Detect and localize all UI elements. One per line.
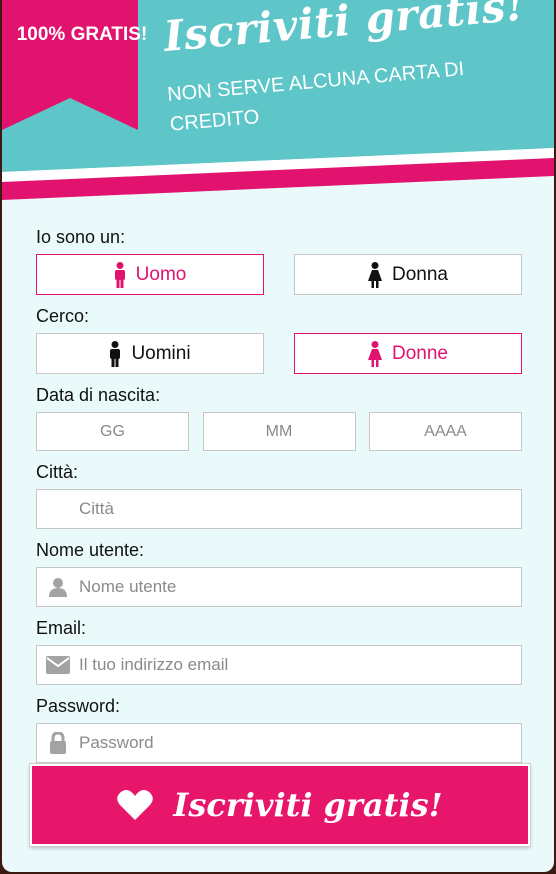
username-input[interactable]: Nome utente — [36, 567, 522, 607]
user-icon — [37, 577, 79, 597]
submit-button-label: Iscriviti gratis! — [173, 786, 443, 824]
seek-label: Cerco: — [36, 306, 90, 326]
seek-option-men-label: Uomini — [131, 342, 191, 364]
submit-button[interactable]: Iscriviti gratis! — [30, 764, 530, 846]
email-label: Email: — [36, 618, 87, 638]
signup-form: Io sono un: Uomo Donna Cerco: Uomini Don… — [36, 225, 522, 763]
gender-label: Io sono un: — [36, 227, 126, 247]
seek-option-women-label: Donne — [392, 342, 448, 364]
city-input[interactable]: Città — [36, 489, 522, 529]
username-placeholder: Nome utente — [79, 577, 177, 596]
city-placeholder: Città — [79, 499, 114, 518]
male-icon — [114, 261, 126, 288]
password-label: Password: — [36, 696, 121, 716]
password-input[interactable]: Password — [36, 723, 522, 763]
gender-option-male-label: Uomo — [135, 263, 187, 285]
seek-options: Uomini Donne — [36, 333, 522, 374]
gender-option-male[interactable]: Uomo — [36, 254, 264, 295]
free-badge-text: 100% GRATIS! — [16, 24, 148, 45]
birth-date-label: Data di nascita: — [36, 385, 161, 405]
birth-month-field[interactable]: MM — [202, 412, 356, 451]
seek-option-men[interactable]: Uomini — [36, 333, 264, 374]
gender-option-female[interactable]: Donna — [294, 254, 522, 295]
gender-options: Uomo Donna — [36, 254, 522, 295]
male-icon — [109, 340, 121, 367]
birth-day-field[interactable]: GG — [36, 412, 189, 451]
ribbon-badge — [2, 0, 138, 130]
lock-icon — [37, 732, 79, 754]
female-icon — [368, 340, 382, 367]
password-placeholder: Password — [79, 733, 154, 752]
email-input[interactable]: Il tuo indirizzo email — [36, 645, 522, 685]
female-icon — [368, 261, 382, 288]
email-placeholder: Il tuo indirizzo email — [79, 655, 229, 674]
heart-icon — [117, 789, 154, 821]
envelope-icon — [37, 656, 79, 674]
gender-option-female-label: Donna — [392, 263, 448, 285]
username-label: Nome utente: — [36, 540, 145, 560]
header-band: 100% GRATIS! Iscriviti gratis! NON SERVE… — [2, 0, 554, 200]
birth-date-fields: GG MM AAAA — [36, 412, 522, 451]
signup-card: 100% GRATIS! Iscriviti gratis! NON SERVE… — [2, 0, 554, 872]
birth-year-field[interactable]: AAAA — [369, 412, 522, 451]
seek-option-women[interactable]: Donne — [294, 333, 522, 374]
city-label: Città: — [36, 462, 79, 482]
